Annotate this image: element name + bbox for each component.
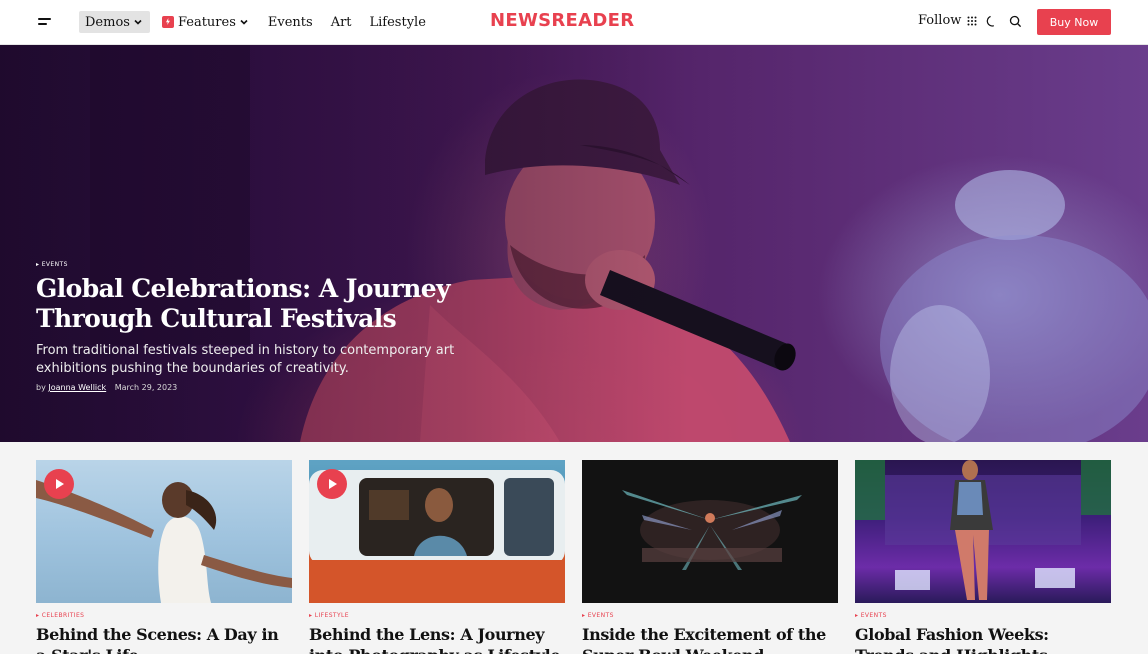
nav-item-label: Lifestyle bbox=[369, 14, 426, 30]
grid-icon bbox=[967, 16, 977, 25]
lightning-icon bbox=[161, 16, 174, 28]
nav-item-features[interactable]: Features bbox=[161, 11, 249, 33]
main-nav: Demos Features Events Art Lifestyle bbox=[79, 11, 426, 33]
hero-category-label: Events bbox=[41, 261, 68, 268]
chevron-down-icon bbox=[134, 19, 142, 25]
hero-article[interactable]: ▸ Events Global Celebrations: A Journey … bbox=[0, 45, 1148, 442]
card-image[interactable] bbox=[36, 460, 292, 603]
card-image[interactable] bbox=[309, 460, 565, 603]
card-image[interactable] bbox=[582, 460, 838, 603]
site-header: Demos Features Events Art Lifestyle NEWS… bbox=[0, 0, 1148, 45]
nav-item-demos[interactable]: Demos bbox=[79, 11, 150, 33]
dark-mode-icon[interactable] bbox=[985, 15, 998, 28]
byline-prefix: by bbox=[36, 383, 46, 392]
follow-label: Follow bbox=[918, 13, 962, 28]
card-image[interactable] bbox=[855, 460, 1111, 603]
card-title[interactable]: Behind the Scenes: A Day in a Star's Lif… bbox=[36, 624, 292, 654]
card-title[interactable]: Global Fashion Weeks: Trends and Highlig… bbox=[855, 624, 1111, 654]
post-date: March 29, 2023 bbox=[114, 383, 178, 392]
card-category[interactable]: ▸ Events bbox=[855, 612, 887, 619]
nav-item-events[interactable]: Events bbox=[268, 11, 313, 33]
nav-item-label: Events bbox=[267, 14, 313, 30]
search-icon[interactable] bbox=[1009, 15, 1022, 28]
nav-item-label: Features bbox=[177, 14, 236, 30]
hero-title[interactable]: Global Celebrations: A Journey Through C… bbox=[36, 274, 456, 334]
card-category-label: Events bbox=[860, 612, 887, 619]
nav-item-label: Art bbox=[330, 14, 352, 30]
follow-button[interactable]: Follow bbox=[918, 13, 977, 28]
card-title[interactable]: Behind the Lens: A Journey into Photogra… bbox=[309, 624, 565, 654]
menu-icon[interactable] bbox=[38, 17, 52, 27]
card-illustration bbox=[855, 460, 1111, 600]
card-category-label: Celebrities bbox=[41, 612, 85, 619]
play-button[interactable] bbox=[317, 469, 347, 499]
chevron-down-icon bbox=[240, 19, 248, 25]
card-illustration bbox=[309, 470, 565, 603]
play-button[interactable] bbox=[44, 469, 74, 499]
nav-item-lifestyle[interactable]: Lifestyle bbox=[370, 11, 426, 33]
nav-item-art[interactable]: Art bbox=[331, 11, 352, 33]
hero-meta: by Joanna Wellick March 29, 2023 bbox=[36, 383, 177, 392]
author-link[interactable]: Joanna Wellick bbox=[48, 383, 106, 392]
card-category[interactable]: ▸ Lifestyle bbox=[309, 612, 349, 619]
hero-category[interactable]: ▸ Events bbox=[36, 261, 68, 268]
buy-now-button[interactable]: Buy Now bbox=[1037, 9, 1111, 35]
card-illustration bbox=[622, 490, 802, 570]
card-category[interactable]: ▸ Celebrities bbox=[36, 612, 84, 619]
nav-item-label: Demos bbox=[85, 14, 130, 30]
card-illustration bbox=[36, 480, 292, 603]
card-category-label: Events bbox=[587, 612, 614, 619]
card-category-label: Lifestyle bbox=[314, 612, 349, 619]
card-category[interactable]: ▸ Events bbox=[582, 612, 614, 619]
card-title[interactable]: Inside the Excitement of the Super Bowl … bbox=[582, 624, 838, 654]
site-logo[interactable]: NEWSREADER bbox=[490, 10, 634, 31]
hero-subtitle: From traditional festivals steeped in hi… bbox=[36, 343, 455, 376]
